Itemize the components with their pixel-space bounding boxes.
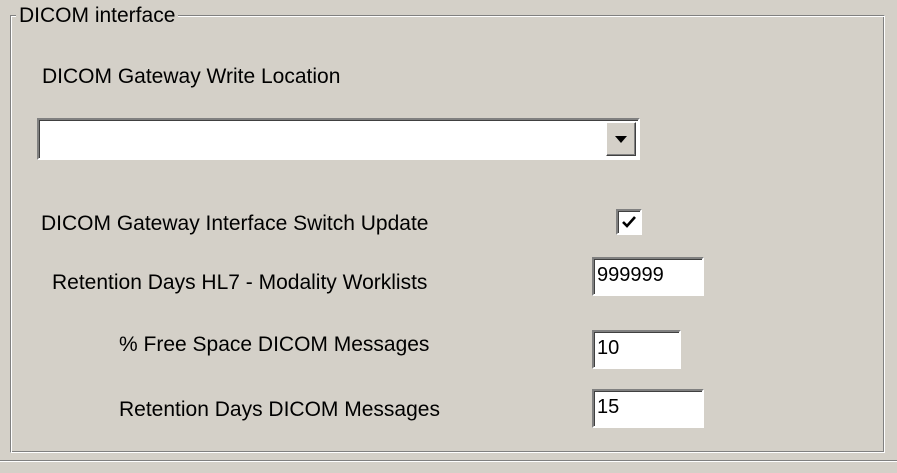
checkmark-icon (622, 216, 636, 228)
panel-bottom-edge (0, 460, 897, 473)
write-location-dropdown[interactable] (37, 118, 640, 160)
retention-hl7-input[interactable]: 999999 (592, 257, 704, 296)
write-location-label: DICOM Gateway Write Location (42, 65, 341, 88)
dropdown-button[interactable] (606, 122, 636, 156)
chevron-down-icon (615, 136, 627, 143)
retention-hl7-label: Retention Days HL7 - Modality Worklists (52, 271, 428, 294)
switch-update-label: DICOM Gateway Interface Switch Update (41, 212, 429, 235)
free-space-input[interactable]: 10 (592, 330, 681, 369)
retention-dicom-label: Retention Days DICOM Messages (119, 398, 440, 421)
retention-dicom-input[interactable]: 15 (592, 389, 704, 428)
free-space-label: % Free Space DICOM Messages (119, 333, 430, 356)
group-title: DICOM interface (16, 4, 179, 28)
switch-update-checkbox[interactable] (616, 209, 642, 235)
